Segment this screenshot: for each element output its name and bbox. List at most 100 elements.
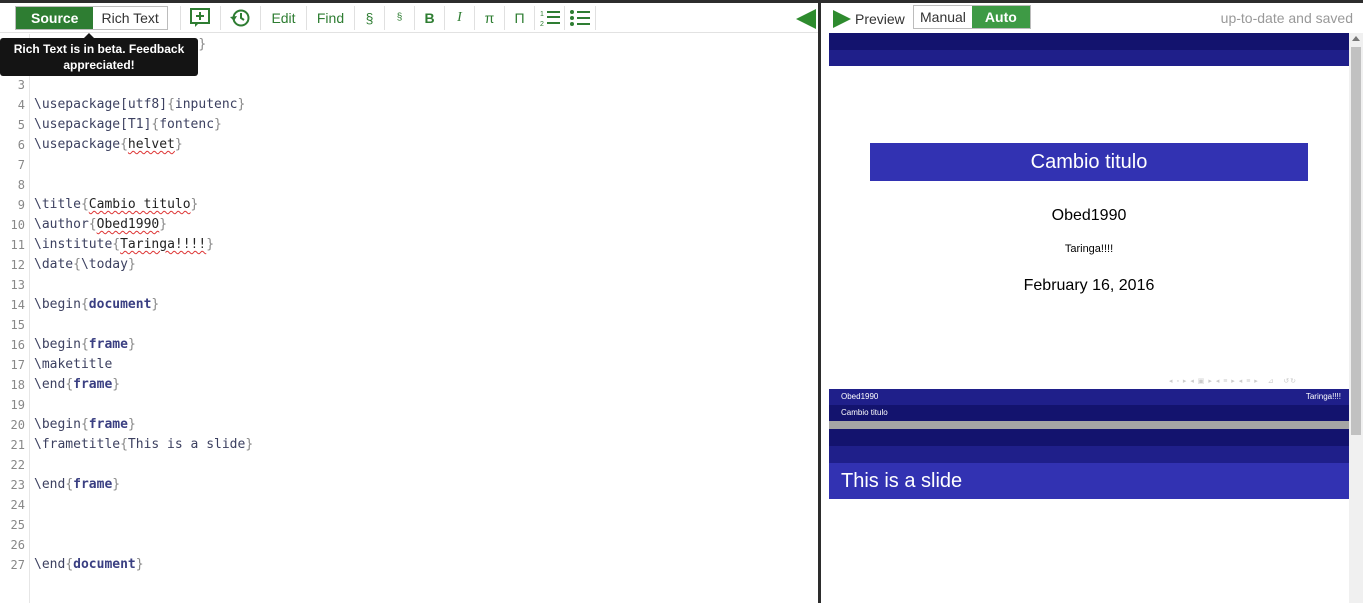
line-number: 19 (10, 398, 25, 412)
pdf-preview[interactable]: Cambio titulo Obed1990 Taringa!!!! Febru… (829, 33, 1349, 603)
inline-math-button[interactable]: π (474, 6, 504, 30)
latex-command: \institute (34, 237, 113, 252)
recompile-button[interactable]: Preview (833, 8, 905, 30)
line-number: 18 (10, 378, 25, 392)
code-line[interactable]: 26 (0, 535, 818, 555)
slide2-frametitle: This is a slide (829, 463, 1349, 499)
code-editor[interactable]: 1\documentclass{beamer}2\usetheme{Berlin… (0, 34, 818, 603)
code-text: \end{frame} (34, 477, 121, 492)
line-number: 13 (10, 278, 25, 292)
collapse-editor-icon[interactable] (796, 9, 816, 29)
line-number: 4 (17, 98, 25, 112)
code-line[interactable]: 21 \frametitle{This is a slide} (0, 435, 818, 455)
display-math-button[interactable]: Π (504, 6, 534, 30)
code-line[interactable]: 10 \author{Obed1990} (0, 215, 818, 235)
code-line[interactable]: 11 \institute{Taringa!!!!} (0, 235, 818, 255)
code-text: \frametitle{This is a slide} (34, 437, 254, 452)
latex-command: \begin (34, 337, 81, 352)
code-line[interactable]: 19 (0, 395, 818, 415)
manual-compile-button[interactable]: Manual (914, 6, 972, 28)
slide2-subheader-band (829, 446, 1349, 463)
code-text: \author{Obed1990} (34, 217, 168, 232)
code-line[interactable]: 8 (0, 175, 818, 195)
add-comment-button[interactable] (180, 6, 218, 30)
bullet-list-button[interactable] (564, 6, 596, 30)
scroll-thumb[interactable] (1351, 47, 1361, 435)
code-line[interactable]: 27 \end{document} (0, 555, 818, 575)
line-number: 25 (10, 518, 25, 532)
line-number: 12 (10, 258, 25, 272)
code-line[interactable]: 18 \end{frame} (0, 375, 818, 395)
slide1-author: Obed1990 (1051, 207, 1127, 224)
code-text: \maketitle (34, 355, 112, 375)
code-line[interactable]: 12 \date{\today} (0, 255, 818, 275)
code-line[interactable]: 3 (0, 75, 818, 95)
code-text: \begin{frame} (34, 337, 136, 352)
source-mode-button[interactable]: Source (16, 7, 94, 29)
code-line[interactable]: 13 (0, 275, 818, 295)
code-text: \usepackage{helvet} (34, 137, 183, 152)
rich-text-beta-tooltip: Rich Text is in beta. Feedback appreciat… (0, 38, 198, 76)
code-line[interactable]: 4 \usepackage[utf8]{inputenc} (0, 95, 818, 115)
code-line[interactable]: 25 (0, 515, 818, 535)
code-text: \usepackage[utf8]{inputenc} (34, 97, 246, 112)
code-line[interactable]: 16 \begin{frame} (0, 335, 818, 355)
code-text: \begin{frame} (34, 417, 136, 432)
code-text: \end{document} (34, 557, 144, 572)
italic-button[interactable]: I (444, 6, 474, 30)
line-number: 15 (10, 318, 25, 332)
play-icon (833, 10, 851, 28)
latex-command: \end (34, 557, 66, 572)
compile-mode-toggle: Manual Auto (913, 5, 1031, 29)
auto-compile-button[interactable]: Auto (971, 6, 1030, 28)
edit-button[interactable]: Edit (260, 6, 306, 30)
line-number: 5 (17, 118, 25, 132)
code-text: \date{\today} (34, 257, 136, 272)
tooltip-line-2: appreciated! (63, 58, 135, 72)
bold-button[interactable]: B (414, 6, 444, 30)
code-line[interactable]: 15 (0, 315, 818, 335)
latex-environment: frame (73, 377, 113, 392)
pane-splitter[interactable] (818, 3, 829, 603)
latex-environment: frame (88, 337, 128, 352)
history-button[interactable] (220, 6, 258, 30)
latex-command: \end (34, 377, 66, 392)
slide1-header-band (829, 33, 1349, 50)
save-status: up-to-date and saved (1220, 10, 1353, 26)
svg-text:2: 2 (540, 21, 544, 28)
footer-author: Obed1990 (841, 392, 879, 401)
code-line[interactable]: 24 (0, 495, 818, 515)
code-line[interactable]: 9 \title{Cambio titulo} (0, 195, 818, 215)
tooltip-line-1: Rich Text is in beta. Feedback (13, 42, 185, 56)
subsection-button[interactable]: § (384, 6, 414, 30)
bullet-list-icon (570, 10, 590, 26)
latex-argument: \today (80, 257, 128, 272)
editor-toolbar: Source Rich Text Edit Find § § B I π Π 1… (0, 3, 818, 33)
code-line[interactable]: 5 \usepackage[T1]{fontenc} (0, 115, 818, 135)
line-number: 23 (10, 478, 25, 492)
code-line[interactable]: 14 \begin{document} (0, 295, 818, 315)
find-button[interactable]: Find (306, 6, 354, 30)
code-line[interactable]: 22 (0, 455, 818, 475)
latex-environment: frame (73, 477, 113, 492)
code-line[interactable]: 23 \end{frame} (0, 475, 818, 495)
latex-argument: fontenc (159, 117, 215, 132)
latex-argument: This is a slide (127, 437, 246, 452)
footer-institute: Taringa!!!! (1305, 392, 1341, 401)
scroll-up-icon[interactable] (1352, 36, 1360, 41)
preview-label: Preview (855, 11, 905, 27)
editor-pane: Source Rich Text Edit Find § § B I π Π 1… (0, 3, 818, 603)
code-line[interactable]: 7 (0, 155, 818, 175)
code-line[interactable]: 20 \begin{frame} (0, 415, 818, 435)
code-line[interactable]: 17 \maketitle (0, 355, 818, 375)
code-text: \end{frame} (34, 377, 121, 392)
code-text: \usepackage[T1]{fontenc} (34, 117, 222, 132)
preview-scrollbar[interactable] (1349, 33, 1363, 603)
code-line[interactable]: 6 \usepackage{helvet} (0, 135, 818, 155)
numbered-list-button[interactable]: 1 2 (534, 6, 564, 30)
section-button[interactable]: § (354, 6, 384, 30)
latex-command: \begin (34, 417, 81, 432)
latex-option: [T1] (120, 117, 152, 132)
rich-text-mode-button[interactable]: Rich Text (93, 7, 167, 29)
line-number: 6 (17, 138, 25, 152)
